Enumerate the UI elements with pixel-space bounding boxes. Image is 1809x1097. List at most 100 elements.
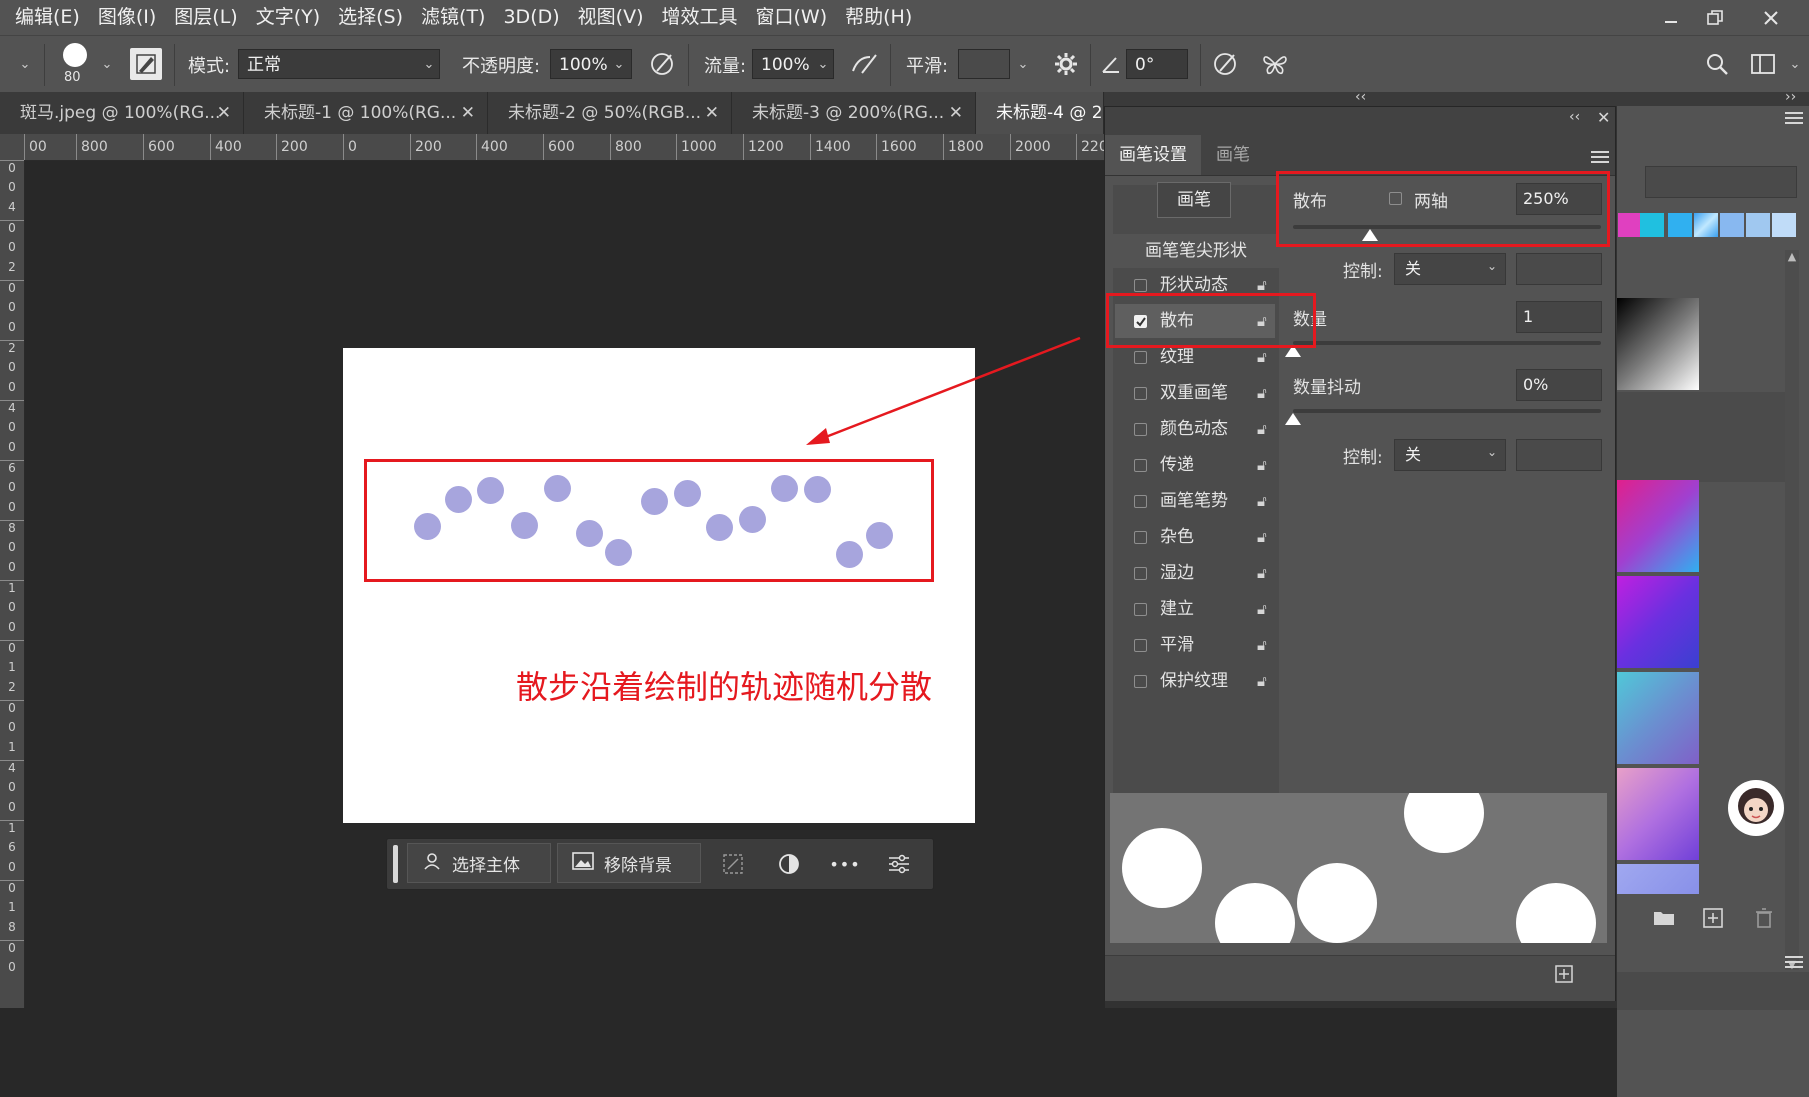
count-slider[interactable] [1293, 341, 1601, 345]
control-extra-input[interactable] [1516, 253, 1602, 285]
brush-tip-shape-item[interactable]: 画笔笔尖形状 [1113, 234, 1279, 268]
lock-icon[interactable]: 🔓︎ [1257, 592, 1267, 626]
list-item-label: 平滑 [1160, 635, 1194, 655]
gradient-thumb-rose-violet[interactable] [1617, 768, 1699, 860]
dock-panel-header [1617, 106, 1809, 138]
swatch-search[interactable] [1645, 166, 1797, 198]
checkbox[interactable] [1134, 459, 1147, 472]
checkbox[interactable] [1134, 495, 1147, 508]
checkbox[interactable] [1134, 531, 1147, 544]
lock-icon[interactable]: 🔓︎ [1257, 520, 1267, 554]
list-item-label: 画笔笔势 [1160, 491, 1228, 511]
tab-brushes[interactable]: 画笔 [1205, 135, 1261, 175]
count-jitter-slider-thumb[interactable] [1285, 413, 1301, 425]
panel-titlebar [1105, 107, 1615, 135]
list-item-label: 颜色动态 [1160, 419, 1228, 439]
list-item-dual-brush[interactable]: 双重画笔 🔓︎ [1115, 376, 1275, 410]
checkbox[interactable] [1134, 387, 1147, 400]
preview-dab [1516, 883, 1596, 943]
list-item-protect-texture[interactable]: 保护纹理 🔓︎ [1115, 664, 1275, 698]
count-jitter-label: 数量抖动 [1293, 378, 1361, 398]
list-item-label: 双重画笔 [1160, 383, 1228, 403]
list-item-wet-edges[interactable]: 湿边 🔓︎ [1115, 556, 1275, 590]
lock-icon[interactable]: 🔓︎ [1257, 664, 1267, 698]
gradient-thumb-purple[interactable] [1617, 576, 1699, 668]
annotation-arrow-line [817, 336, 1081, 442]
lock-icon[interactable]: 🔓︎ [1257, 628, 1267, 662]
lock-icon[interactable]: 🔓︎ [1257, 376, 1267, 410]
control2-label: 控制: [1343, 448, 1383, 468]
select-subject-button[interactable]: 选择主体 [407, 843, 551, 883]
drag-handle[interactable] [393, 845, 398, 883]
transform-icon[interactable] [717, 849, 749, 879]
dock-header [1105, 92, 1809, 106]
select-subject-label: 选择主体 [452, 855, 520, 876]
annotation-highlight-scatter-item [1106, 293, 1316, 348]
lock-icon[interactable]: 🔓︎ [1257, 556, 1267, 590]
list-item-label: 杂色 [1160, 527, 1194, 547]
checkbox[interactable] [1134, 423, 1147, 436]
swatch[interactable] [1668, 213, 1692, 237]
expand-icon[interactable]: ›› [1785, 89, 1796, 105]
list-item-label: 保护纹理 [1160, 671, 1228, 691]
panel-menu-icon[interactable] [1785, 954, 1803, 968]
new-gradient-icon[interactable] [1703, 908, 1725, 928]
swatch[interactable] [1694, 213, 1718, 237]
collapse-icon[interactable]: ‹‹ [1355, 89, 1366, 105]
list-item-label: 建立 [1160, 599, 1194, 619]
list-item-transfer[interactable]: 传递 🔓︎ [1115, 448, 1275, 482]
gradient-thumb-teal-violet[interactable] [1617, 672, 1699, 764]
tab-brush-settings[interactable]: 画笔设置 [1105, 135, 1201, 175]
gradient-thumb-pink-blue[interactable] [1617, 480, 1699, 572]
swatch[interactable] [1772, 213, 1796, 237]
trash-icon[interactable] [1755, 908, 1777, 928]
image-icon [572, 851, 594, 875]
checkbox[interactable] [1134, 639, 1147, 652]
checkbox[interactable] [1134, 675, 1147, 688]
list-item-color-dynamics[interactable]: 颜色动态 🔓︎ [1115, 412, 1275, 446]
annotation-highlight-scatter-setting [1276, 171, 1610, 247]
gradient-thumb-bw[interactable] [1617, 298, 1699, 390]
swatch[interactable] [1720, 213, 1744, 237]
brushes-button[interactable]: 画笔 [1157, 182, 1231, 218]
lock-icon[interactable]: 🔓︎ [1257, 484, 1267, 518]
list-item-label: 湿边 [1160, 563, 1194, 583]
list-item-build-up[interactable]: 建立 🔓︎ [1115, 592, 1275, 626]
count-jitter-slider[interactable] [1293, 409, 1601, 413]
more-options-icon[interactable]: ••• [827, 849, 863, 879]
assistant-avatar[interactable] [1728, 780, 1784, 836]
swatch[interactable] [1618, 213, 1642, 237]
checkbox[interactable] [1134, 351, 1147, 364]
gradient-group-row [1617, 392, 1787, 482]
sliders-icon[interactable] [881, 849, 917, 879]
list-item-label: 传递 [1160, 455, 1194, 475]
checkbox[interactable] [1134, 279, 1147, 292]
gradients-scrollbar[interactable] [1785, 250, 1799, 970]
panel-menu-icon[interactable] [1591, 149, 1609, 163]
gradient-thumb-lavender[interactable] [1617, 864, 1699, 894]
checkbox[interactable] [1134, 603, 1147, 616]
count-jitter-input[interactable]: 0% [1516, 369, 1602, 401]
lock-icon[interactable]: 🔓︎ [1257, 412, 1267, 446]
panel-menu-icon[interactable] [1785, 110, 1803, 124]
list-item-noise[interactable]: 杂色 🔓︎ [1115, 520, 1275, 554]
list-item-brush-pose[interactable]: 画笔笔势 🔓︎ [1115, 484, 1275, 518]
adjustment-icon[interactable] [773, 849, 805, 879]
list-item-smoothing[interactable]: 平滑 🔓︎ [1115, 628, 1275, 662]
chevron-down-icon: ⌄ [1487, 445, 1498, 459]
person-icon [422, 851, 442, 876]
swatch[interactable] [1640, 213, 1664, 237]
swatch[interactable] [1746, 213, 1770, 237]
remove-background-button[interactable]: 移除背景 [557, 843, 701, 883]
gradients-footer [1617, 972, 1809, 1010]
count-value-input[interactable]: 1 [1516, 301, 1602, 333]
control2-extra-input[interactable] [1516, 439, 1602, 471]
folder-icon[interactable] [1653, 908, 1675, 928]
lock-icon[interactable]: 🔓︎ [1257, 448, 1267, 482]
checkbox[interactable] [1134, 567, 1147, 580]
panel-footer [1105, 955, 1615, 1001]
new-brush-icon[interactable] [1555, 965, 1575, 985]
collapse-panel-icon[interactable]: ‹‹ [1569, 109, 1580, 125]
scroll-up-icon[interactable]: ▲ [1785, 250, 1799, 263]
close-icon[interactable]: ✕ [1597, 108, 1610, 127]
